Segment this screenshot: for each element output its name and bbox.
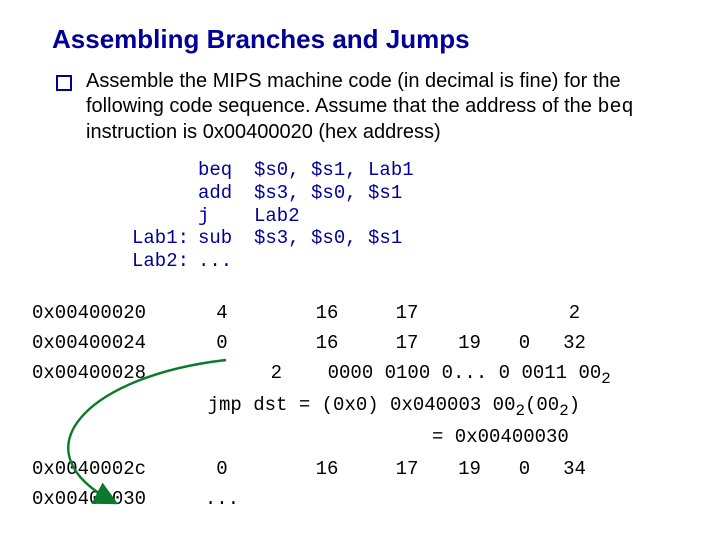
jump-result: = 0x00400030 — [162, 426, 692, 448]
fields: 4 16 17 2 — [162, 302, 692, 324]
code-label: Lab2: — [132, 250, 198, 273]
table-row: 0x00400030 ... — [32, 488, 692, 512]
question-mono: beq — [597, 96, 633, 119]
code-args: $s0, $s1, Lab1 — [254, 159, 414, 181]
field-cell: 2 — [552, 302, 597, 324]
code-args: $s3, $s0, $s1 — [254, 182, 402, 204]
field-cell: 32 — [552, 332, 597, 354]
field-cell: 0 — [162, 458, 282, 480]
table-row: = 0x00400030 — [32, 426, 692, 450]
fields: ... — [162, 488, 692, 510]
code-args: $s3, $s0, $s1 — [254, 227, 402, 249]
subscript: 2 — [515, 402, 525, 420]
question-row: Assemble the MIPS machine code (in decim… — [56, 69, 692, 145]
field-cell: 16 — [282, 332, 372, 354]
machine-code-table: 0x00400020 4 16 17 2 0x00400024 0 16 17 … — [32, 302, 692, 518]
addr-cell: 0x00400030 — [32, 488, 162, 510]
code-op: beq — [198, 159, 254, 182]
code-block: beq$s0, $s1, Lab1 add$s3, $s0, $s1 jLab2… — [132, 159, 692, 273]
field-cell: 19 — [442, 332, 497, 354]
field-cell: 19 — [442, 458, 497, 480]
field-cell: 0 — [497, 458, 552, 480]
bullet-icon — [56, 75, 72, 91]
question-before: Assemble the MIPS machine code (in decim… — [86, 70, 621, 117]
code-op: add — [198, 182, 254, 205]
table-row: 0x00400028 2 0000 0100 0... 0 0011 002 — [32, 362, 692, 388]
table-row: 0x0040002c 0 16 17 19 0 34 — [32, 458, 692, 482]
field-cell: 0 — [162, 332, 282, 354]
addr-cell: 0x0040002c — [32, 458, 162, 480]
paren: (00 — [525, 394, 559, 416]
code-args: Lab2 — [254, 205, 300, 227]
fields: 0 16 17 19 0 34 — [162, 458, 692, 480]
field-cell: 34 — [552, 458, 597, 480]
field-cell: 4 — [162, 302, 282, 324]
table-row: 0x00400020 4 16 17 2 — [32, 302, 692, 326]
field-cell: 17 — [372, 332, 442, 354]
jump-mid: (0x0) 0x040003 00 — [322, 394, 516, 416]
addr-cell: 0x00400020 — [32, 302, 162, 324]
jump-line: jmp dst = (0x0) 0x040003 002(002) — [162, 394, 692, 420]
jump-lhs: jmp dst = — [208, 394, 311, 416]
code-op: j — [198, 205, 254, 228]
code-op: sub — [198, 227, 254, 250]
jump-bits: 0000 0100 0... 0 0011 00 — [328, 362, 602, 384]
code-label: Lab1: — [132, 227, 198, 250]
field-cell: 16 — [282, 302, 372, 324]
question-after: instruction is 0x00400020 (hex address) — [86, 121, 441, 143]
field-cell: 2 — [162, 362, 282, 384]
addr-cell: 0x00400028 — [32, 362, 162, 384]
fields: 0 16 17 19 0 32 — [162, 332, 692, 354]
subscript: 2 — [559, 402, 569, 420]
field-cell: 16 — [282, 458, 372, 480]
close-paren: ) — [569, 394, 580, 416]
code-op: ... — [198, 250, 254, 273]
addr-cell: 0x00400024 — [32, 332, 162, 354]
subscript: 2 — [601, 370, 611, 388]
jump-line: 2 0000 0100 0... 0 0011 002 — [162, 362, 692, 388]
field-cell — [442, 302, 497, 324]
field-cell: ... — [162, 488, 282, 510]
question-text: Assemble the MIPS machine code (in decim… — [86, 69, 692, 145]
slide: Assembling Branches and Jumps Assemble t… — [0, 0, 720, 540]
field-cell: 17 — [372, 302, 442, 324]
slide-title: Assembling Branches and Jumps — [52, 24, 692, 55]
field-cell — [497, 302, 552, 324]
field-cell: 0 — [497, 332, 552, 354]
table-row: jmp dst = (0x0) 0x040003 002(002) — [32, 394, 692, 420]
field-cell: 17 — [372, 458, 442, 480]
table-row: 0x00400024 0 16 17 19 0 32 — [32, 332, 692, 356]
